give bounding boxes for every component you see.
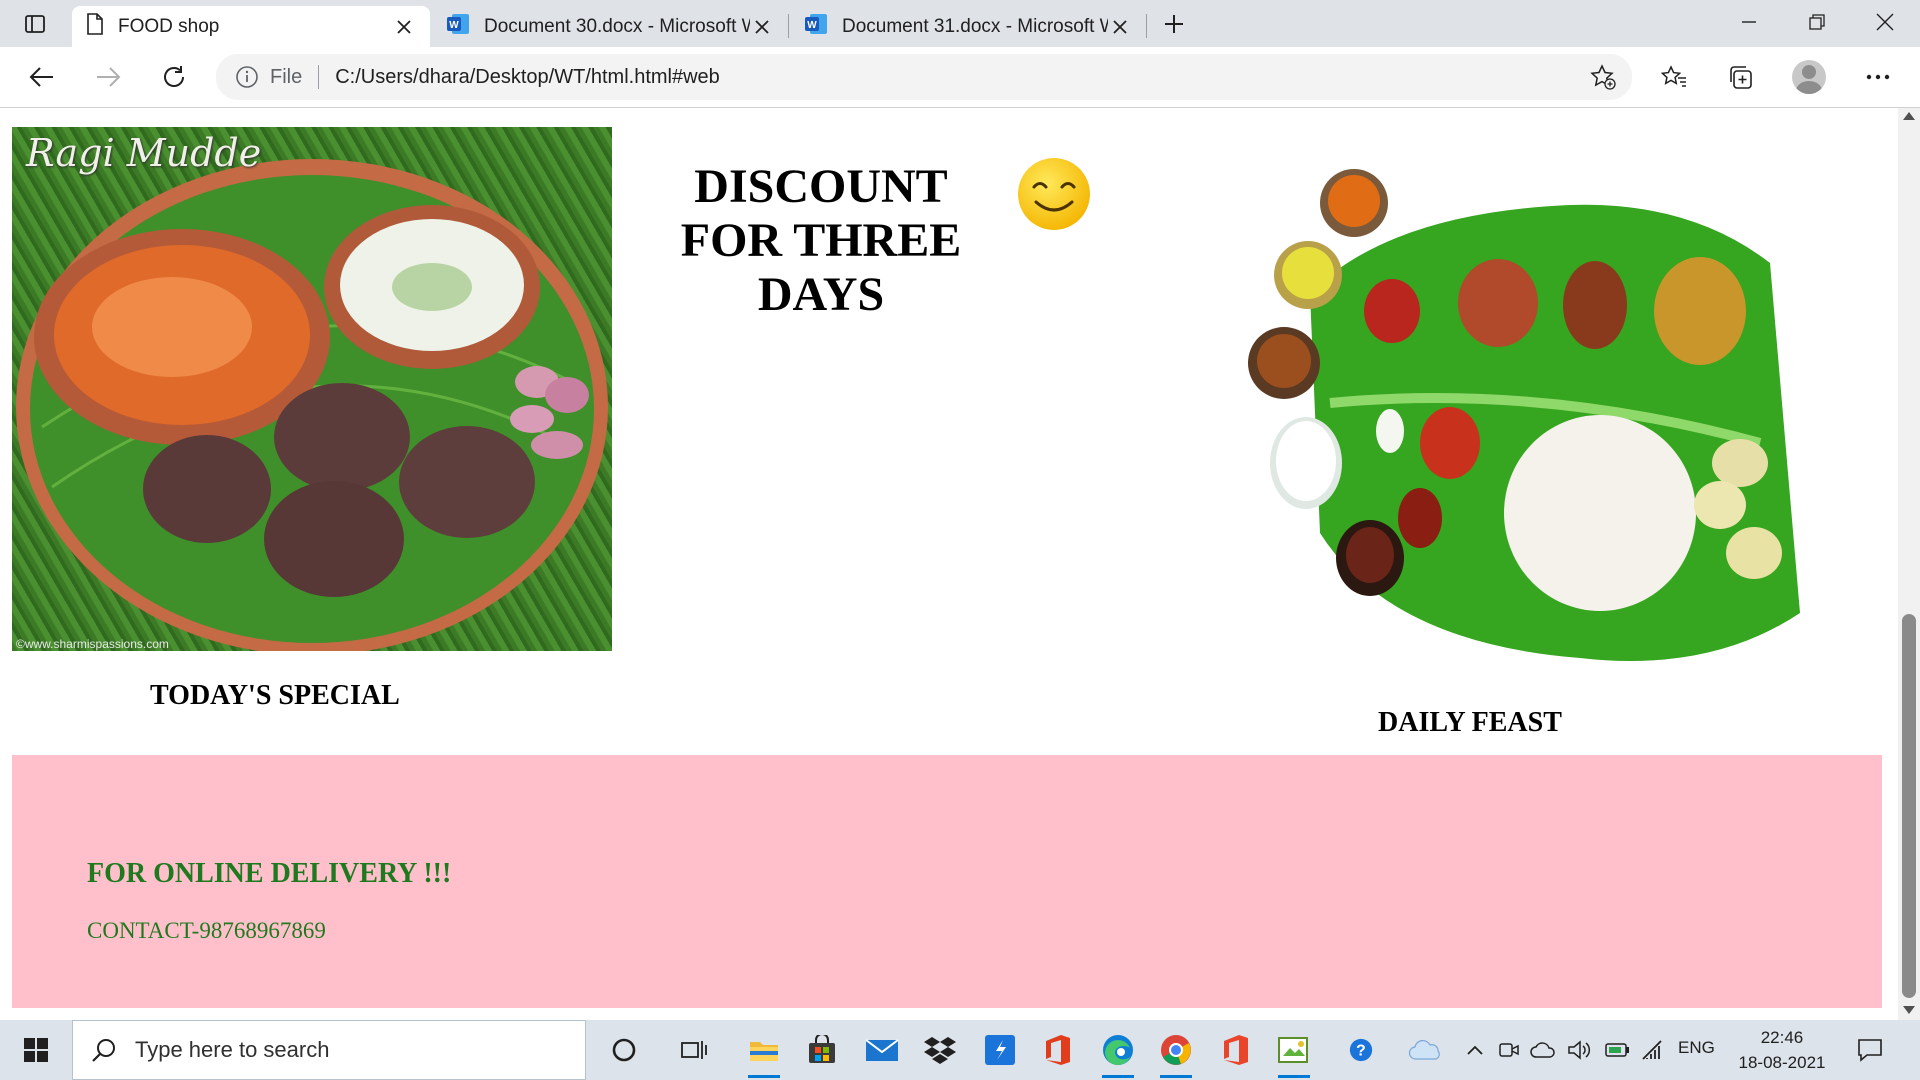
- chevron-up-icon[interactable]: [1462, 1036, 1488, 1064]
- minimize-button[interactable]: [1716, 0, 1782, 44]
- profile-avatar[interactable]: [1792, 60, 1826, 94]
- windows-logo-icon: [24, 1038, 48, 1062]
- onedrive-icon[interactable]: [1408, 1036, 1442, 1064]
- minimize-icon: [1742, 21, 1756, 23]
- svg-text:?: ?: [1356, 1043, 1366, 1060]
- scroll-up-arrow-icon[interactable]: [1903, 112, 1915, 120]
- collections-button[interactable]: [1720, 59, 1760, 95]
- daily-feast-image: [1240, 153, 1802, 673]
- url-text[interactable]: C:/Users/dhara/Desktop/WT/html.html#web: [335, 66, 1588, 89]
- store-icon[interactable]: [800, 1028, 844, 1072]
- mail-icon[interactable]: [860, 1028, 904, 1072]
- tab-title: FOOD shop: [118, 15, 220, 37]
- web-page: Ragi Mudde ©www.sharmispassions.com DISC…: [0, 108, 1898, 1020]
- back-button[interactable]: [22, 59, 62, 95]
- search-icon: [89, 1035, 119, 1065]
- refresh-button[interactable]: [154, 59, 194, 95]
- tab-separator: [788, 14, 789, 38]
- cortana-icon[interactable]: [602, 1028, 646, 1072]
- settings-more-button[interactable]: [1858, 59, 1898, 95]
- toolbar: File C:/Users/dhara/Desktop/WT/html.html…: [0, 47, 1920, 108]
- language-indicator[interactable]: ENG: [1678, 1038, 1715, 1058]
- page-icon: [86, 12, 104, 41]
- delivery-contact: CONTACT-98768967869: [87, 918, 326, 943]
- clock-date: 18-08-2021: [1738, 1053, 1826, 1072]
- word-icon: W: [446, 13, 470, 41]
- dropbox-icon[interactable]: [918, 1028, 962, 1072]
- tab-bar: FOOD shop W Document 30.docx - Microsoft…: [0, 0, 1920, 47]
- vertical-scrollbar[interactable]: [1898, 108, 1920, 1020]
- tab-title: Document 30.docx - Microsoft W: [484, 15, 750, 37]
- scroll-down-arrow-icon[interactable]: [1903, 1006, 1915, 1014]
- help-icon[interactable]: ?: [1348, 1036, 1374, 1064]
- word-icon: W: [804, 13, 828, 41]
- image-credit: ©www.sharmispassions.com: [16, 637, 169, 651]
- file-explorer-icon[interactable]: [742, 1028, 786, 1078]
- address-bar[interactable]: File C:/Users/dhara/Desktop/WT/html.html…: [216, 54, 1632, 100]
- battery-icon[interactable]: [1604, 1036, 1630, 1064]
- weather-cloud-icon[interactable]: [1530, 1036, 1556, 1064]
- close-icon: [1876, 13, 1894, 31]
- collections-icon: [1730, 66, 1752, 89]
- close-icon[interactable]: [750, 15, 774, 39]
- start-button[interactable]: [14, 1030, 58, 1070]
- forward-button[interactable]: [88, 59, 128, 95]
- tab-title: Document 31.docx - Microsoft W: [842, 15, 1108, 37]
- office-icon[interactable]: [1036, 1028, 1080, 1072]
- todays-special-caption: TODAY'S SPECIAL: [150, 680, 400, 711]
- tab-actions-icon[interactable]: [18, 10, 52, 38]
- back-arrow-icon: [29, 67, 53, 87]
- volume-icon[interactable]: [1566, 1036, 1592, 1064]
- notifications-icon[interactable]: [1852, 1034, 1888, 1066]
- taskbar: Type here to search ? ENG 22:46 18-08-20…: [0, 1020, 1920, 1080]
- office-alt-icon[interactable]: [1214, 1028, 1258, 1072]
- swift-icon[interactable]: [978, 1028, 1022, 1072]
- favorites-button[interactable]: [1654, 59, 1694, 95]
- daily-feast-caption: DAILY FEAST: [1378, 707, 1562, 738]
- clock[interactable]: 22:46 18-08-2021: [1730, 1025, 1834, 1075]
- sway-icon[interactable]: [1272, 1028, 1316, 1078]
- plus-icon: [1165, 15, 1183, 33]
- svg-text:W: W: [449, 20, 459, 31]
- tab-separator: [1146, 14, 1147, 38]
- tab-document-31[interactable]: W Document 31.docx - Microsoft W: [790, 6, 1146, 47]
- new-tab-button[interactable]: [1156, 8, 1192, 40]
- chrome-icon[interactable]: [1154, 1028, 1198, 1078]
- wifi-icon[interactable]: [1640, 1036, 1666, 1064]
- ragi-watermark: Ragi Mudde: [26, 131, 262, 175]
- close-icon[interactable]: [1108, 15, 1132, 39]
- close-window-button[interactable]: [1852, 0, 1918, 44]
- restore-icon: [1809, 14, 1825, 30]
- omnibox-divider: [318, 65, 320, 89]
- ragi-mudde-image: Ragi Mudde ©www.sharmispassions.com: [12, 127, 612, 651]
- scrollbar-thumb[interactable]: [1902, 614, 1916, 998]
- refresh-icon: [164, 66, 184, 87]
- tab-food-shop[interactable]: FOOD shop: [72, 6, 430, 47]
- svg-text:W: W: [807, 20, 817, 31]
- info-icon[interactable]: [234, 64, 260, 90]
- edge-icon[interactable]: [1096, 1028, 1140, 1078]
- more-icon: [1866, 74, 1890, 80]
- add-favorite-icon[interactable]: [1588, 62, 1618, 92]
- meet-now-icon[interactable]: [1496, 1036, 1522, 1064]
- taskbar-search[interactable]: Type here to search: [72, 1020, 586, 1080]
- smiley-icon: [1016, 156, 1092, 232]
- discount-heading: DISCOUNT FOR THREE DAYS: [680, 160, 962, 321]
- url-scheme: File: [270, 65, 303, 88]
- close-icon[interactable]: [392, 15, 416, 39]
- forward-arrow-icon: [97, 67, 121, 87]
- search-placeholder: Type here to search: [135, 1037, 330, 1062]
- clock-time: 22:46: [1760, 1028, 1804, 1047]
- delivery-section: FOR ONLINE DELIVERY !!! CONTACT-98768967…: [12, 755, 1882, 1008]
- restore-button[interactable]: [1784, 0, 1850, 44]
- task-view-icon[interactable]: [672, 1028, 716, 1072]
- tab-document-30[interactable]: W Document 30.docx - Microsoft W: [432, 6, 788, 47]
- favorites-icon: [1661, 65, 1686, 87]
- delivery-title: FOR ONLINE DELIVERY !!!: [87, 858, 452, 889]
